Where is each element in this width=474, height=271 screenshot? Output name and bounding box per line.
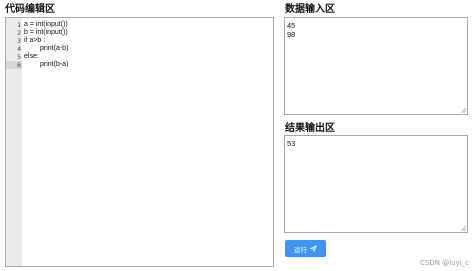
run-button[interactable]: 运行 [285,240,326,257]
resize-grip-icon[interactable] [461,226,466,231]
input-line: 45 [287,21,296,30]
result-output-textarea[interactable]: 53 [284,135,468,233]
code-line[interactable]: else: [24,53,273,61]
code-line[interactable]: print(b-a) [24,61,273,69]
send-icon [310,245,317,252]
line-number: 4 [17,45,21,53]
resize-grip-icon[interactable] [461,108,466,113]
code-line[interactable]: b = int(input()) [24,29,273,37]
line-number: 3 [17,37,21,45]
code-line[interactable]: if a>b : [24,37,273,45]
code-area[interactable]: a = int(input()) b = int(input()) if a>b… [22,18,273,266]
code-editor[interactable]: 1 2 3 4 5 6 a = int(input()) b = int(inp… [5,17,274,267]
line-number: 2 [17,29,21,37]
line-number: 1 [17,21,21,29]
line-number-gutter: 1 2 3 4 5 6 [6,18,22,266]
line-number: 5 [17,53,21,61]
code-line[interactable]: print(a-b) [24,45,273,53]
run-button-label: 运行 [294,245,307,254]
data-input-textarea[interactable]: 45 98 [284,17,468,115]
line-number-active: 6 [6,61,22,69]
output-line: 53 [287,139,296,148]
code-editor-title: 代码编辑区 [5,4,55,15]
code-line[interactable]: a = int(input()) [24,21,273,29]
result-output-title: 结果输出区 [285,123,335,134]
data-input-title: 数据输入区 [285,4,335,15]
input-line: 98 [287,30,296,39]
watermark: CSDN @luyi_c [420,259,469,267]
